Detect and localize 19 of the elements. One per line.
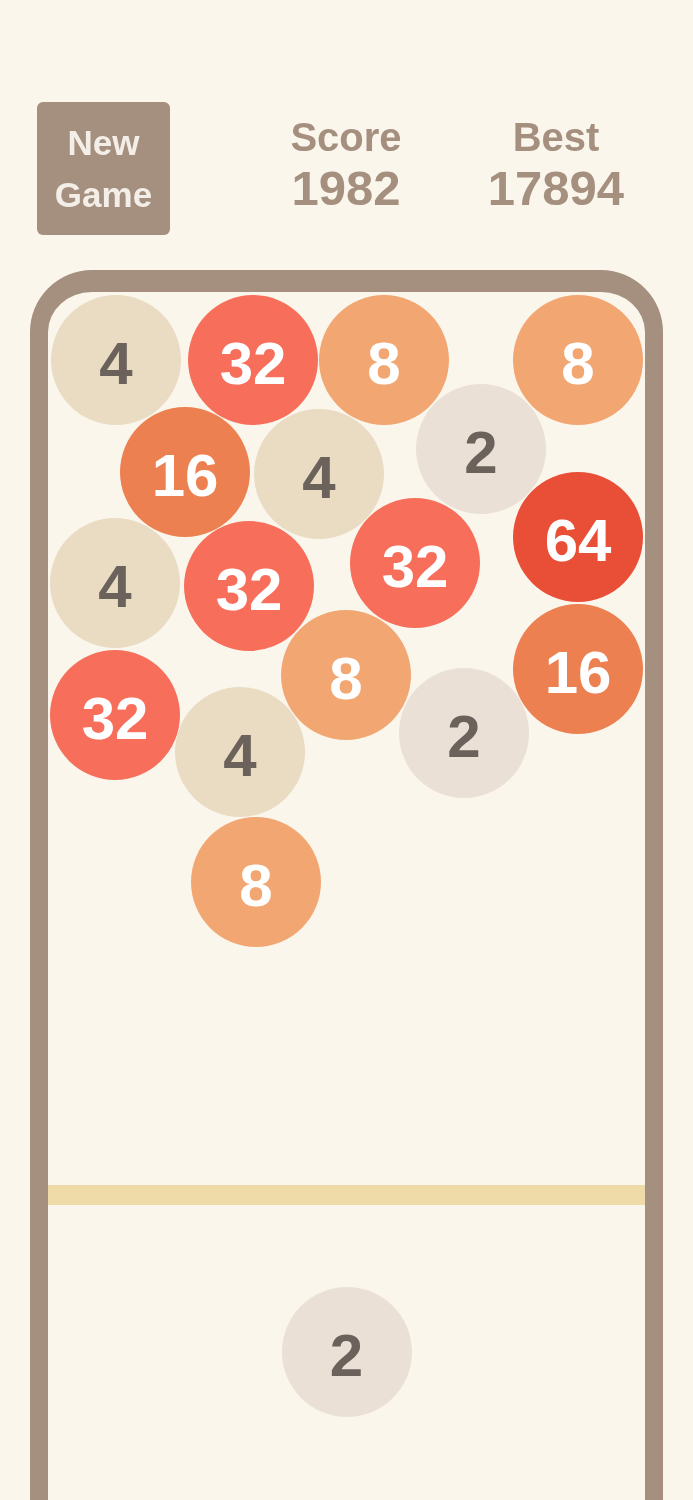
- number-ball: 8: [513, 295, 643, 425]
- new-game-button[interactable]: New Game: [37, 102, 170, 235]
- best-value: 17894: [487, 164, 625, 213]
- number-ball: 8: [319, 295, 449, 425]
- number-ball: 32: [50, 650, 180, 780]
- number-ball: 32: [188, 295, 318, 425]
- number-ball: 32: [184, 521, 314, 651]
- number-ball: 4: [51, 295, 181, 425]
- next-ball: 2: [281, 1287, 412, 1417]
- number-ball: 4: [175, 687, 305, 817]
- number-ball: 16: [513, 604, 643, 734]
- score-value: 1982: [291, 164, 401, 213]
- score-label: Score: [290, 117, 402, 157]
- number-ball: 2: [399, 668, 529, 798]
- number-ball: 8: [191, 817, 321, 947]
- number-ball: 4: [50, 518, 180, 648]
- number-ball: 64: [513, 472, 643, 602]
- number-ball: 32: [350, 498, 480, 628]
- best-label: Best: [512, 117, 600, 157]
